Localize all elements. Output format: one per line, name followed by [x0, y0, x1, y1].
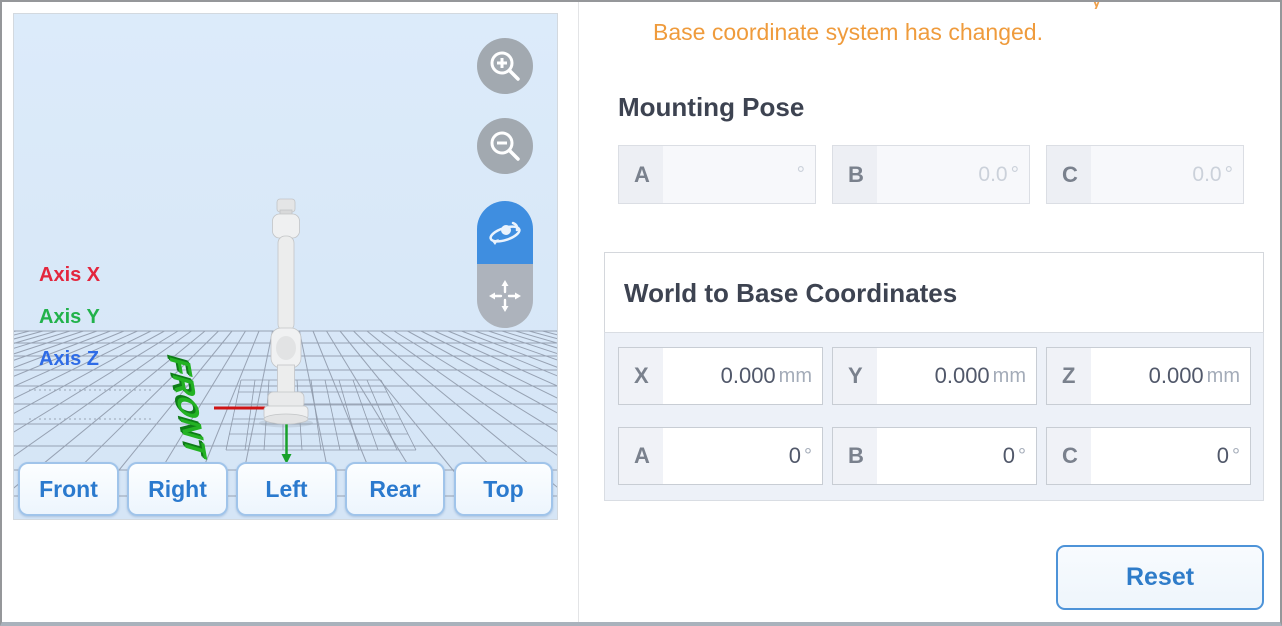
panel-divider: [578, 2, 579, 622]
field-label: Y: [833, 348, 877, 404]
field-label: Z: [1047, 348, 1091, 404]
field-unit: °: [804, 445, 812, 468]
view-mode-toggle: [477, 201, 533, 328]
field-value: 0: [1217, 443, 1229, 469]
magnifier-plus-icon: [488, 49, 522, 83]
world-c-field[interactable]: C 0 °: [1046, 427, 1251, 485]
mounting-b-field: B 0.0 °: [832, 145, 1030, 204]
warning-message: Base coordinate system has changed.: [653, 19, 1043, 46]
axis-y-label: Axis Y: [39, 306, 100, 329]
view-left-button[interactable]: Left: [236, 462, 337, 516]
rotate-view-button[interactable]: [477, 201, 533, 264]
field-label: C: [1047, 146, 1091, 203]
field-unit: °: [1011, 163, 1019, 187]
field-value: 0: [1003, 443, 1015, 469]
field-unit: °: [797, 163, 805, 187]
robot-installation-window: FRONT Axis X Axis Y Axis Z: [0, 0, 1282, 626]
world-x-field[interactable]: X 0.000 mm: [618, 347, 823, 405]
world-z-field[interactable]: Z 0.000 mm: [1046, 347, 1251, 405]
world-a-field[interactable]: A 0 °: [618, 427, 823, 485]
mounting-c-field: C 0.0 °: [1046, 145, 1244, 204]
field-unit: °: [1232, 445, 1240, 468]
zoom-out-button[interactable]: [477, 118, 533, 174]
field-label: C: [1047, 428, 1091, 484]
view-top-button[interactable]: Top: [454, 462, 553, 516]
view-right-button[interactable]: Right: [127, 462, 228, 516]
field-label: B: [833, 146, 877, 203]
world-y-field[interactable]: Y 0.000 mm: [832, 347, 1037, 405]
view-rear-button[interactable]: Rear: [345, 462, 445, 516]
mounting-pose-title: Mounting Pose: [618, 92, 804, 123]
orbit-icon: [485, 215, 525, 251]
field-label: A: [619, 428, 663, 484]
pan-view-button[interactable]: [477, 264, 533, 328]
field-value: 0.000: [1149, 363, 1204, 389]
axis-x-label: Axis X: [39, 264, 100, 287]
field-label: A: [619, 146, 663, 203]
field-value: 0.0: [1192, 163, 1221, 187]
field-unit: mm: [993, 365, 1026, 388]
field-unit: °: [1018, 445, 1026, 468]
field-label: X: [619, 348, 663, 404]
field-value: 0.000: [721, 363, 776, 389]
field-unit: mm: [1207, 365, 1240, 388]
axis-z-label: Axis Z: [39, 348, 99, 371]
field-unit: °: [1225, 163, 1233, 187]
world-to-base-title: World to Base Coordinates: [624, 278, 957, 309]
world-to-base-panel: World to Base Coordinates X 0.000 mm Y 0…: [604, 252, 1264, 501]
mounting-a-field: A °: [618, 145, 816, 204]
move-arrows-icon: [485, 276, 525, 316]
reset-button[interactable]: Reset: [1056, 545, 1264, 610]
magnifier-minus-icon: [488, 129, 522, 163]
field-label: B: [833, 428, 877, 484]
view-front-button[interactable]: Front: [18, 462, 119, 516]
field-value: 0.000: [935, 363, 990, 389]
field-value: 0.0: [978, 163, 1007, 187]
viewport-3d[interactable]: FRONT Axis X Axis Y Axis Z: [13, 13, 558, 520]
zoom-in-button[interactable]: [477, 38, 533, 94]
field-value: 0: [789, 443, 801, 469]
world-b-field[interactable]: B 0 °: [832, 427, 1037, 485]
clipped-warning-remnant: y: [632, 2, 1102, 9]
field-unit: mm: [779, 365, 812, 388]
